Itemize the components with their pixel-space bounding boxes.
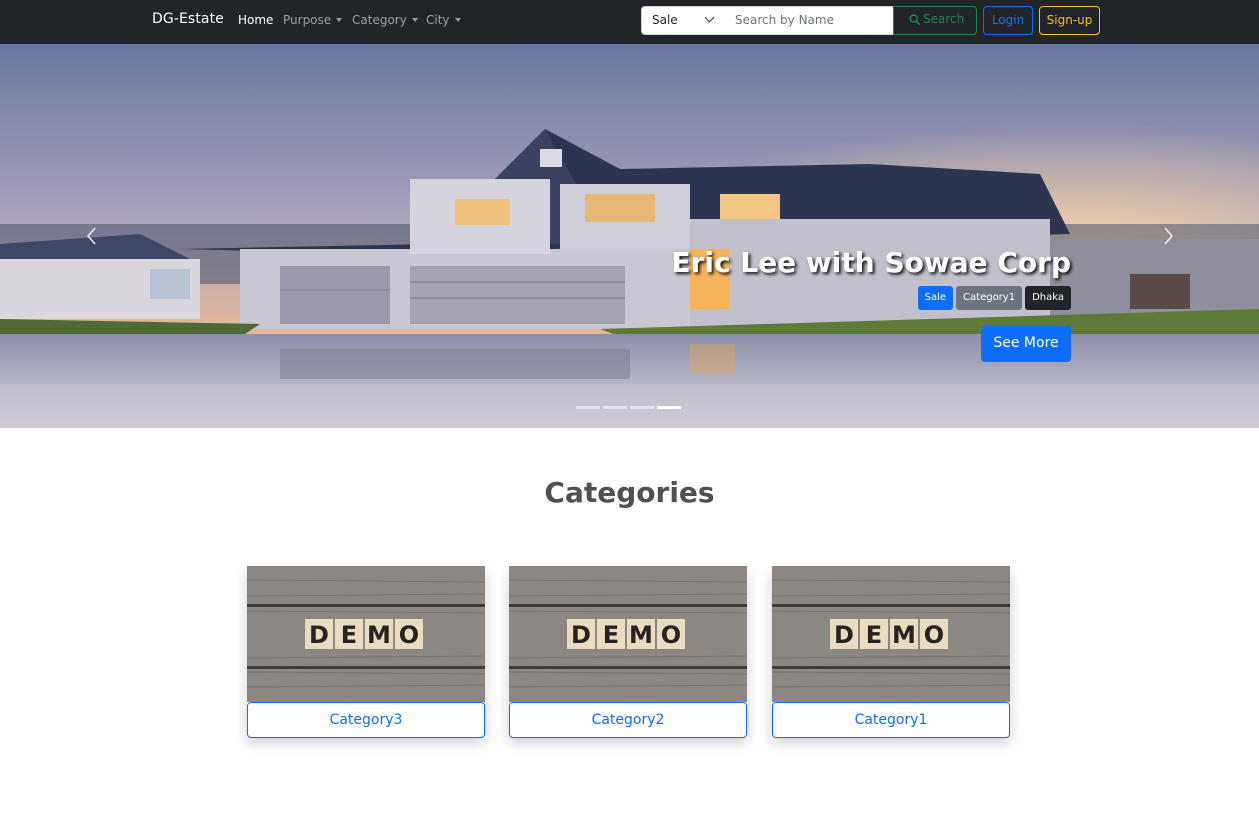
category-card-image: D E M O	[772, 566, 1010, 702]
badge-purpose: Sale	[917, 286, 954, 310]
login-button-label: Login	[991, 13, 1025, 27]
categories-heading: Categories	[544, 476, 715, 509]
category-card: D E M O Category2	[509, 566, 747, 738]
demo-letter: D	[309, 621, 329, 649]
search-input[interactable]: Search by Name	[725, 6, 894, 35]
nav-purpose-dropdown[interactable]: Purpose	[283, 13, 343, 27]
category-card-label: Category3	[329, 712, 403, 728]
search-placeholder: Search by Name	[735, 13, 834, 27]
nav-home-label: Home	[238, 13, 274, 27]
carousel-indicator-3[interactable]	[630, 406, 654, 409]
nav-purpose-label: Purpose	[283, 13, 332, 27]
search-button[interactable]: Search	[893, 6, 977, 35]
badge-city: Dhaka	[1025, 286, 1071, 310]
see-more-label: See More	[993, 335, 1059, 351]
demo-image: D E M O	[509, 566, 747, 702]
carousel-indicator-4[interactable]	[657, 406, 681, 409]
category1-button[interactable]: Category1	[772, 702, 1010, 738]
demo-letter: D	[571, 621, 591, 649]
nav-category-label: Category	[352, 13, 407, 27]
badge-category: Category1	[956, 286, 1023, 310]
chevron-down-icon	[704, 12, 715, 23]
demo-letter: O	[924, 621, 944, 649]
category-card: D E M O Category3	[247, 566, 485, 738]
purpose-select[interactable]: Sale	[641, 6, 726, 35]
search-button-label: Search	[923, 12, 965, 26]
demo-letter: E	[866, 621, 882, 649]
category-card-image: D E M O	[247, 566, 485, 702]
caret-down-icon	[454, 18, 461, 22]
demo-letter: O	[399, 621, 419, 649]
nav-city-label: City	[426, 13, 450, 27]
caret-down-icon	[411, 18, 418, 22]
see-more-button[interactable]: See More	[981, 326, 1071, 362]
category3-button[interactable]: Category3	[247, 702, 485, 738]
signup-button[interactable]: Sign-up	[1039, 6, 1100, 35]
nav-home-link[interactable]: Home	[238, 13, 273, 27]
top-navbar: DG-Estate Home Purpose Category City Sal…	[0, 0, 1259, 44]
demo-image: D E M O	[772, 566, 1010, 702]
carousel-indicators	[576, 406, 681, 409]
category2-button[interactable]: Category2	[509, 702, 747, 738]
hero-title: Eric Lee with Sowae Corp	[671, 246, 1071, 279]
demo-letter: M	[367, 621, 391, 649]
category-card-label: Category1	[854, 712, 928, 728]
hero-badges: Sale Category1 Dhaka	[917, 286, 1071, 310]
carousel-prev-icon[interactable]	[80, 224, 104, 248]
demo-letter: M	[629, 621, 653, 649]
hero-carousel: Eric Lee with Sowae Corp Sale Category1 …	[0, 44, 1259, 428]
login-button[interactable]: Login	[983, 6, 1033, 35]
carousel-indicator-1[interactable]	[576, 406, 600, 409]
hero-house-image	[0, 44, 1259, 428]
category-card-image: D E M O	[509, 566, 747, 702]
demo-letter: E	[603, 621, 619, 649]
carousel-indicator-2[interactable]	[603, 406, 627, 409]
search-icon	[909, 14, 920, 25]
carousel-next-icon[interactable]	[1156, 224, 1180, 248]
category-card-label: Category2	[591, 712, 665, 728]
purpose-select-value: Sale	[652, 13, 678, 27]
signup-button-label: Sign-up	[1046, 13, 1093, 27]
caret-down-icon	[336, 18, 343, 22]
demo-image: D E M O	[247, 566, 485, 702]
category-card: D E M O Category1	[772, 566, 1010, 738]
demo-letter: E	[341, 621, 357, 649]
brand-logo[interactable]: DG-Estate	[152, 11, 224, 27]
demo-letter: O	[661, 621, 681, 649]
nav-city-dropdown[interactable]: City	[426, 13, 461, 27]
nav-category-dropdown[interactable]: Category	[352, 13, 418, 27]
demo-letter: M	[892, 621, 916, 649]
demo-letter: D	[834, 621, 854, 649]
